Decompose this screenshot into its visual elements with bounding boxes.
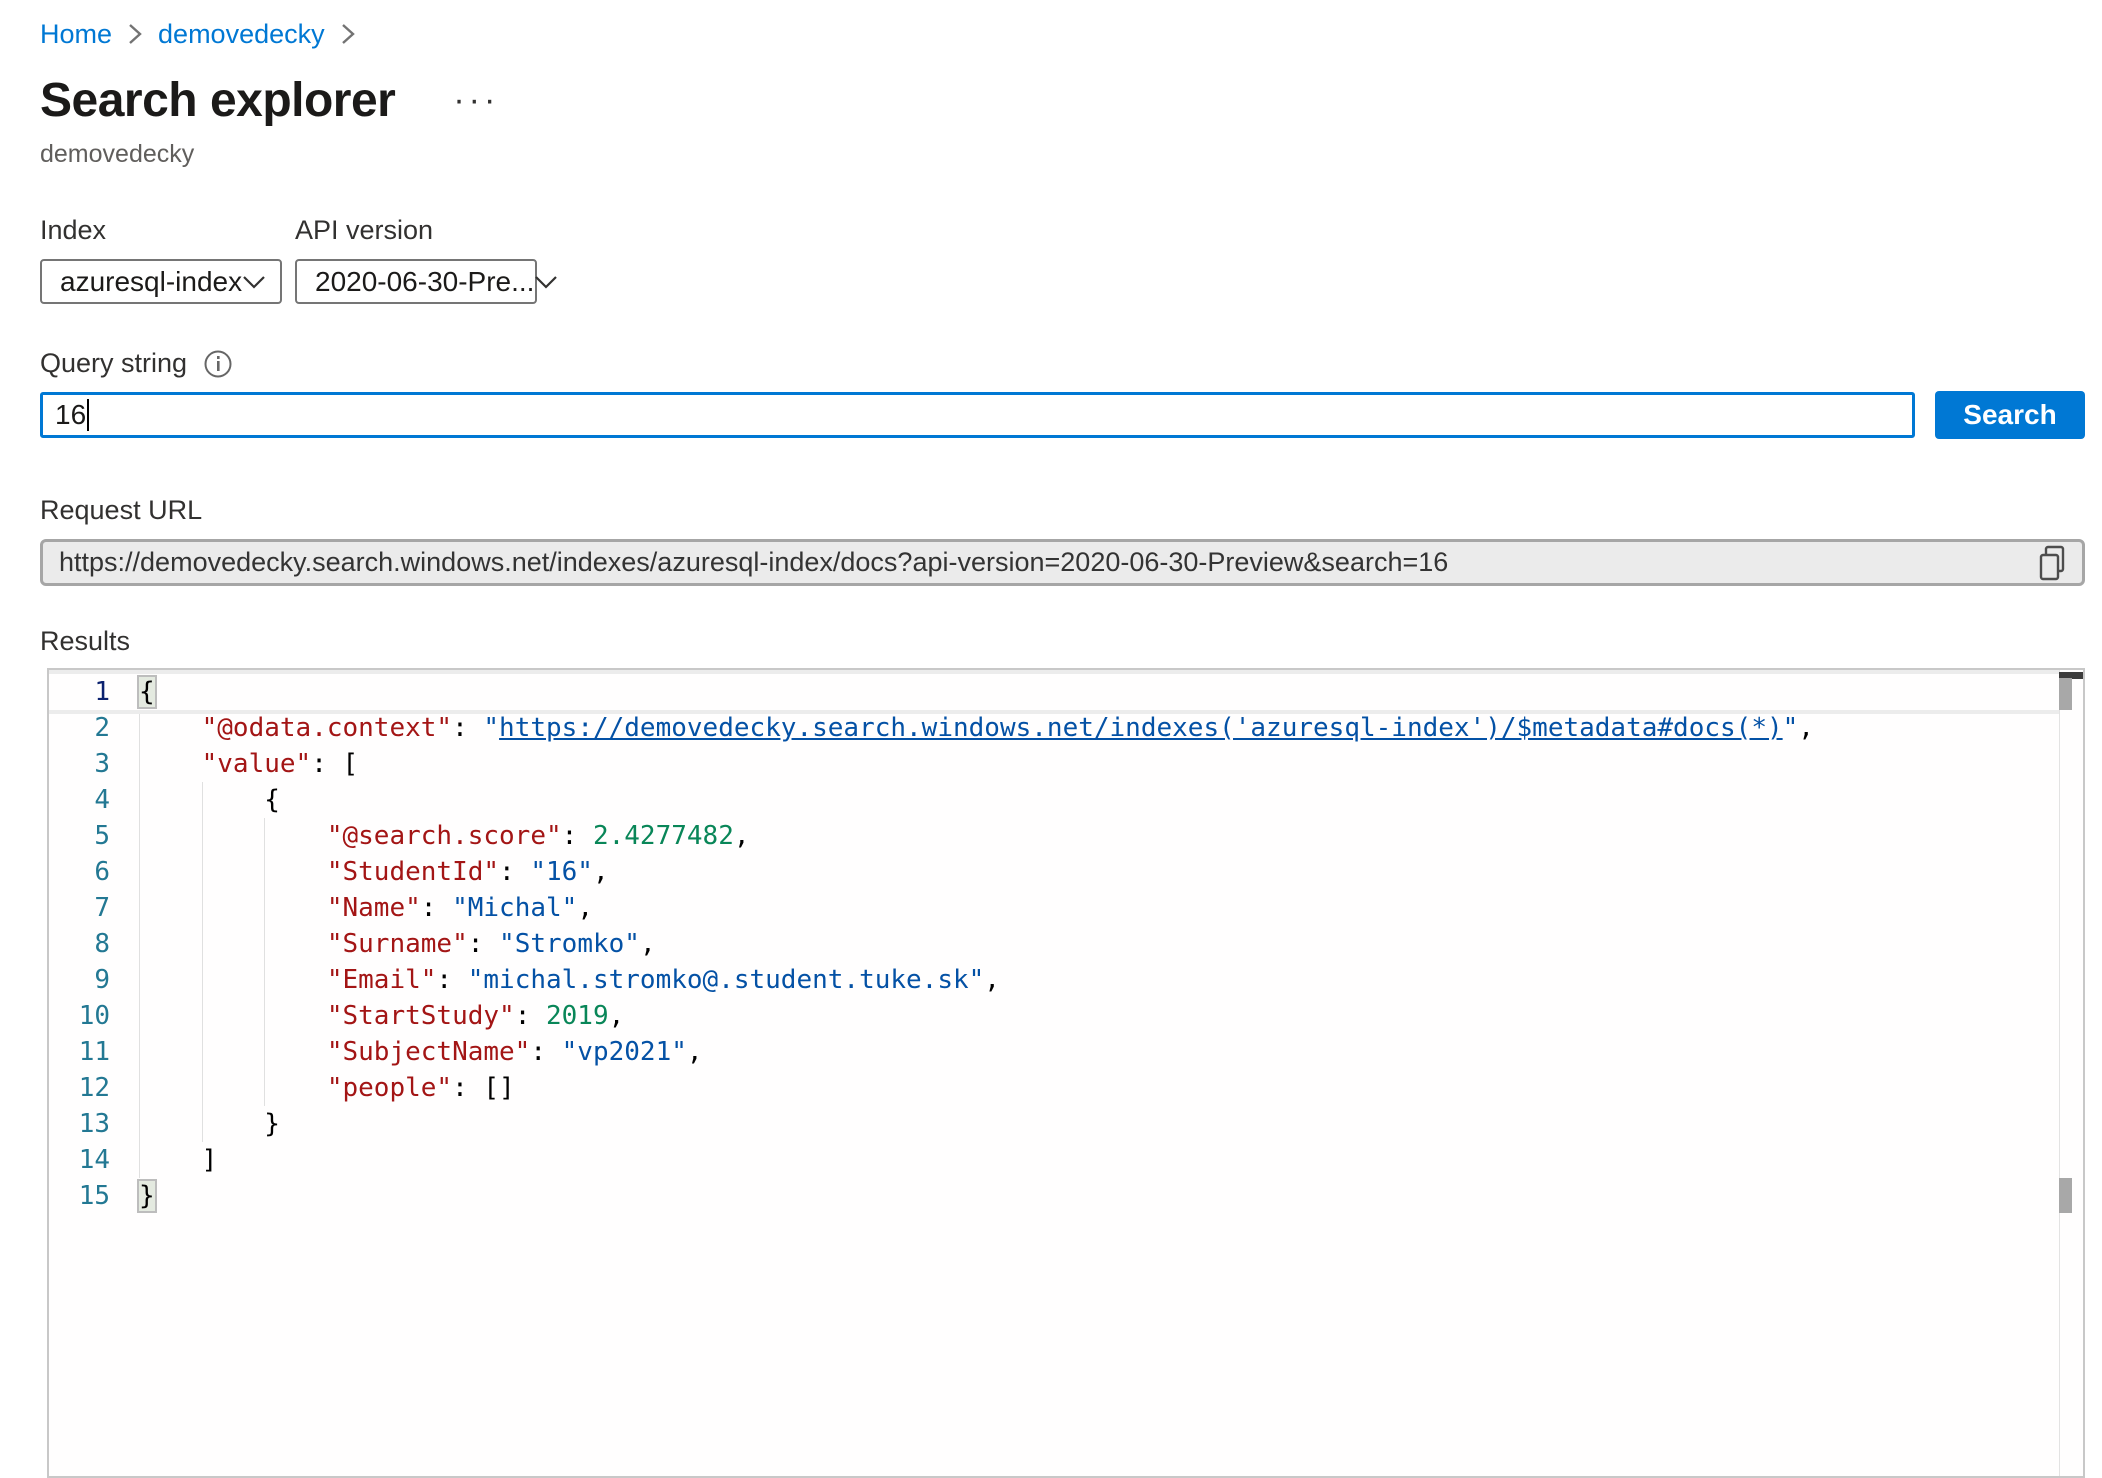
copy-icon[interactable] — [2036, 544, 2068, 582]
line-number: 13 — [49, 1106, 110, 1142]
index-dropdown[interactable]: azuresql-index — [40, 259, 282, 304]
line-number: 2 — [49, 710, 110, 746]
line-number: 14 — [49, 1142, 110, 1178]
code-line: 11 "SubjectName": "vp2021", — [49, 1034, 2083, 1070]
code-line: 1{ — [49, 674, 2083, 710]
line-number: 8 — [49, 926, 110, 962]
code-line: 5 "@search.score": 2.4277482, — [49, 818, 2083, 854]
code-line: 3 "value": [ — [49, 746, 2083, 782]
request-url-field: https://demovedecky.search.windows.net/i… — [40, 539, 2085, 586]
line-number: 6 — [49, 854, 110, 890]
more-options-button[interactable]: ··· — [453, 90, 499, 110]
breadcrumb: Home demovedecky — [40, 16, 2102, 52]
index-dropdown-value: azuresql-index — [60, 266, 242, 298]
line-number: 1 — [49, 674, 110, 710]
search-button[interactable]: Search — [1935, 391, 2085, 439]
code-line: 14 ] — [49, 1142, 2083, 1178]
line-number: 4 — [49, 782, 110, 818]
index-label: Index — [40, 215, 282, 246]
chevron-down-icon — [534, 275, 558, 289]
chevron-right-icon — [128, 23, 142, 45]
code-line: 4 { — [49, 782, 2083, 818]
chevron-right-icon — [341, 23, 355, 45]
line-number: 3 — [49, 746, 110, 782]
chevron-down-icon — [242, 275, 266, 289]
code-line: 8 "Surname": "Stromko", — [49, 926, 2083, 962]
query-input-value: 16 — [55, 399, 86, 431]
line-number: 5 — [49, 818, 110, 854]
line-number: 10 — [49, 998, 110, 1034]
code-lines: 1{2 "@odata.context": "https://demovedec… — [49, 670, 2083, 1214]
code-line: 7 "Name": "Michal", — [49, 890, 2083, 926]
results-label: Results — [40, 626, 2102, 657]
code-line: 6 "StudentId": "16", — [49, 854, 2083, 890]
api-version-label: API version — [295, 215, 537, 246]
scrollbar-thumb[interactable] — [2059, 678, 2072, 710]
line-number: 15 — [49, 1178, 110, 1214]
api-version-dropdown-value: 2020-06-30-Pre... — [315, 266, 534, 298]
query-input[interactable]: 16 — [40, 392, 1915, 438]
breadcrumb-home-link[interactable]: Home — [40, 19, 112, 50]
scrollbar-thumb[interactable] — [2059, 1178, 2072, 1213]
text-caret — [87, 399, 89, 431]
line-number: 11 — [49, 1034, 110, 1070]
page-title: Search explorer — [40, 74, 395, 128]
search-explorer-page: Home demovedecky Search explorer ··· dem… — [0, 0, 2102, 1436]
breadcrumb-service-link[interactable]: demovedecky — [158, 19, 325, 50]
scrollbar-track — [2059, 670, 2060, 1476]
code-line: 12 "people": [] — [49, 1070, 2083, 1106]
code-line: 2 "@odata.context": "https://demovedecky… — [49, 710, 2083, 746]
request-url-label: Request URL — [40, 495, 2102, 526]
results-json-editor[interactable]: 1{2 "@odata.context": "https://demovedec… — [47, 668, 2085, 1478]
line-number: 12 — [49, 1070, 110, 1106]
line-number: 7 — [49, 890, 110, 926]
query-string-label: Query string — [40, 348, 187, 379]
page-subtitle: demovedecky — [40, 140, 2102, 169]
info-icon[interactable] — [203, 349, 233, 379]
line-number: 9 — [49, 962, 110, 998]
code-line: 9 "Email": "michal.stromko@.student.tuke… — [49, 962, 2083, 998]
request-url-value: https://demovedecky.search.windows.net/i… — [59, 547, 1448, 578]
code-line: 15} — [49, 1178, 2083, 1214]
code-line: 10 "StartStudy": 2019, — [49, 998, 2083, 1034]
api-version-dropdown[interactable]: 2020-06-30-Pre... — [295, 259, 537, 304]
code-line: 13 } — [49, 1106, 2083, 1142]
